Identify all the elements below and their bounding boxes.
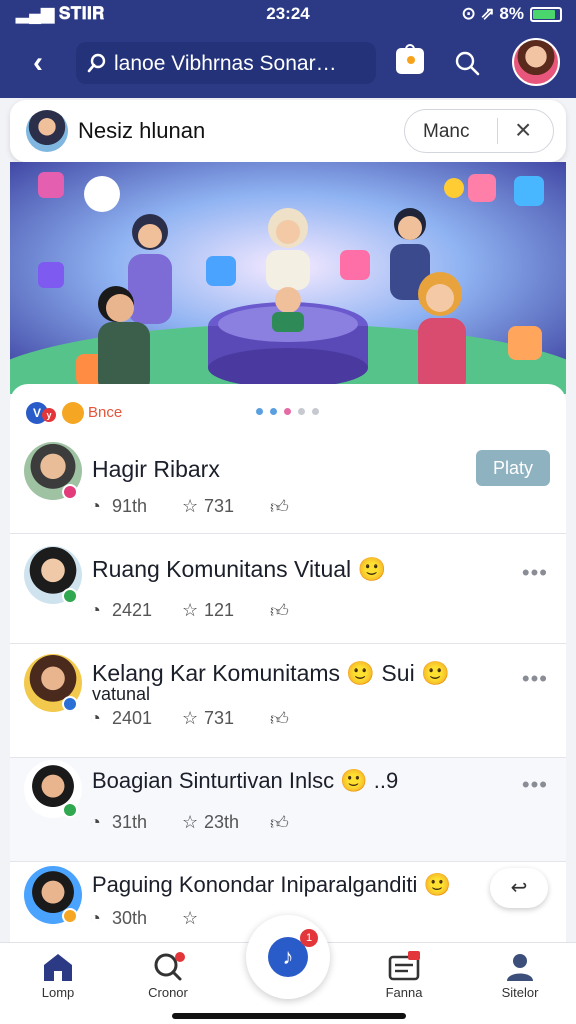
comment-icon: ◔ [90, 812, 101, 832]
scroll-hint-button[interactable]: ↩ [490, 868, 548, 908]
post-title: Paguing Konondar Iniparalganditi 🙂 [92, 872, 451, 897]
thumbs-up-icon[interactable]: 👍︎ [270, 812, 289, 834]
community-avatar [26, 110, 68, 152]
tab-notifications[interactable]: Fanna [354, 943, 454, 1013]
play-button[interactable]: Platy [476, 450, 550, 486]
divider [497, 118, 498, 144]
star-icon: ☆ [182, 496, 199, 516]
post-item[interactable]: Ruang Komunitans Vitual 🙂 ◔ 2421 ☆ 121 👍︎ … [10, 546, 566, 644]
top-nav: ‹ lanoe Vibhrnas Sonar… [0, 30, 576, 98]
comment-icon: ◔ [90, 496, 101, 516]
community-name: Nesiz hlunan [78, 118, 206, 143]
tab-profile[interactable]: Sitelor [470, 943, 570, 1013]
thumbs-up-icon[interactable]: 👍︎ [270, 708, 289, 730]
comment-stat[interactable]: ◔ 2401 [90, 708, 152, 729]
like-count: 121 [204, 600, 235, 620]
compose-fab[interactable]: ♪ 1 [246, 915, 330, 999]
banner-art [10, 162, 566, 394]
comment-count: 30th [112, 908, 148, 928]
post-badge [62, 484, 78, 500]
community-feed: V y Bnce Hagir Ribarx ◔ 91th ☆ 731 👍︎ Plat… [10, 384, 566, 944]
like-stat[interactable]: ☆ 121 [182, 600, 234, 621]
post-item[interactable]: Boagian Sinturtivan Inlsc 🙂 ..9 ◔ 31th ☆ 2… [10, 758, 566, 862]
search-icon [154, 952, 185, 981]
like-stat[interactable]: ☆ 731 [182, 496, 234, 517]
comment-stat[interactable]: ◔ 30th [90, 908, 147, 929]
manage-button[interactable]: Manc [423, 121, 469, 143]
comment-stat[interactable]: ◔ 31th [90, 812, 147, 833]
search-icon [87, 53, 106, 73]
tab-search[interactable]: Cronor [118, 943, 218, 1013]
comment-count: 2421 [112, 600, 153, 620]
star-icon: ☆ [182, 812, 199, 832]
like-stat[interactable]: ☆ 731 [182, 708, 234, 729]
tab-label: Sitelor [501, 985, 539, 1000]
comment-stat[interactable]: ◔ 91th [90, 496, 147, 517]
home-icon [44, 954, 72, 981]
post-title: Kelang Kar Komunitams 🙂 Sui 🙂 [92, 660, 450, 686]
status-icons: ⊙ ⇗ 8% [461, 4, 524, 23]
more-options-icon[interactable]: ••• [522, 560, 548, 586]
tab-label: Cronor [148, 985, 188, 1000]
like-stat[interactable]: ☆ 23th [182, 812, 239, 833]
post-badge [62, 588, 78, 604]
comment-icon: ◔ [90, 708, 101, 728]
community-banner-illustration [10, 162, 566, 394]
community-header: Nesiz hlunan Manc × [10, 100, 566, 162]
tab-label: Lomp [41, 985, 75, 1000]
post-badge [62, 696, 78, 712]
search-text: lanoe Vibhrnas Sonar… [114, 52, 337, 75]
fab-badge: 1 [300, 929, 318, 947]
magnifier-icon[interactable] [452, 48, 482, 78]
tag-coin-icon[interactable] [62, 402, 84, 424]
inbox-icon [388, 951, 420, 981]
tag-y[interactable]: y [42, 408, 56, 422]
community-actions: Manc × [404, 109, 554, 153]
post-title: Boagian Sinturtivan Inlsc 🙂 ..9 [92, 768, 399, 793]
post-item[interactable]: Hagir Ribarx ◔ 91th ☆ 731 👍︎ Platy [10, 442, 566, 534]
person-icon [507, 954, 533, 981]
search-bar[interactable]: lanoe Vibhrnas Sonar… [76, 42, 376, 84]
like-stat[interactable]: ☆ [182, 908, 204, 929]
post-title: Hagir Ribarx [92, 456, 220, 482]
bottom-tab-bar: Lomp Cronor ♪ 1 Fanna Sitelor [0, 915, 576, 1024]
post-badge [62, 908, 78, 924]
comment-stat[interactable]: ◔ 2421 [90, 600, 152, 621]
like-count: 731 [204, 496, 235, 516]
close-icon[interactable]: × [515, 114, 531, 146]
star-icon: ☆ [182, 708, 199, 728]
more-options-icon[interactable]: ••• [522, 666, 548, 692]
thumbs-up-icon[interactable]: 👍︎ [270, 496, 289, 518]
comment-icon: ◔ [90, 600, 101, 620]
comment-count: 91th [112, 496, 148, 516]
tag-label[interactable]: Bnce [88, 404, 122, 421]
profile-avatar[interactable] [512, 38, 560, 86]
shopping-bag-icon[interactable] [396, 44, 424, 74]
comment-count: 2401 [112, 708, 153, 728]
back-arrow-icon[interactable]: ‹ [20, 46, 56, 82]
status-bar: ▂▄▆ 𝐒𝐓𝐈𝐈𝐑 23:24 ⊙ ⇗ 8% [0, 0, 576, 30]
post-title: Ruang Komunitans Vitual 🙂 [92, 556, 387, 582]
comment-icon: ◔ [90, 908, 101, 928]
star-icon: ☆ [182, 908, 199, 928]
more-options-icon[interactable]: ••• [522, 772, 548, 798]
post-badge [62, 802, 78, 818]
comment-count: 31th [112, 812, 148, 832]
like-count: 731 [204, 708, 235, 728]
tab-home[interactable]: Lomp [8, 943, 108, 1013]
battery-icon [530, 7, 562, 22]
tab-label: Fanna [385, 985, 423, 1000]
star-icon: ☆ [182, 600, 199, 620]
thumbs-up-icon[interactable]: 👍︎ [270, 600, 289, 622]
home-indicator [172, 1013, 406, 1019]
post-item[interactable]: Kelang Kar Komunitams 🙂 Sui 🙂 vatunal ◔ 2… [10, 652, 566, 758]
carousel-pager[interactable] [256, 408, 326, 416]
post-subtitle: vatunal [92, 684, 151, 704]
like-count: 23th [204, 812, 240, 832]
